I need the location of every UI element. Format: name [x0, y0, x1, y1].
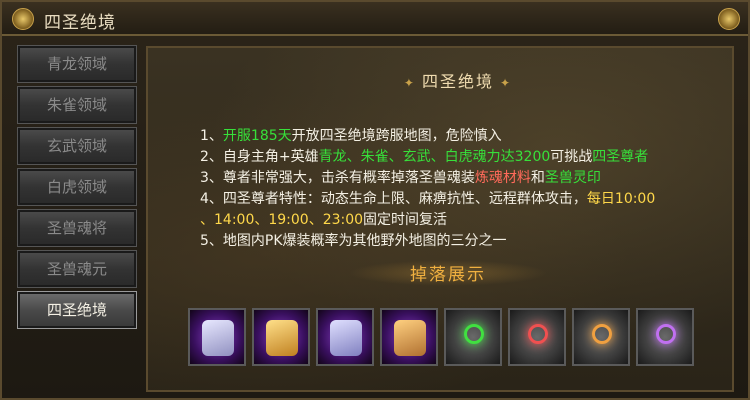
rule-highlight: 四圣尊者	[592, 149, 649, 165]
rule-text: 1、	[200, 128, 223, 144]
drop-slot[interactable]	[252, 308, 310, 366]
drop-slot[interactable]	[380, 308, 438, 366]
beast-armor-icon	[266, 320, 298, 356]
sidebar-item-beast-soul[interactable]: 圣兽魂元	[17, 250, 137, 288]
rule-5: 5、地图内PK爆装概率为其他野外地图的三分之一	[200, 231, 700, 252]
drop-slot[interactable]	[316, 308, 374, 366]
title-bar: 四圣绝境	[2, 2, 748, 36]
seal-ring-icon	[656, 324, 676, 344]
rule-text: 4、四圣尊者特性：动态生命上限、麻痹抗性、远程群体攻击，	[200, 191, 587, 207]
rule-highlight: 、14:00、19:00、23:00	[200, 212, 364, 228]
sidebar-item-baihu[interactable]: 白虎领域	[17, 168, 137, 206]
rule-text: 和	[530, 170, 545, 186]
rule-4: 4、四圣尊者特性：动态生命上限、麻痹抗性、远程群体攻击，每日10:00 、14:0…	[200, 189, 700, 231]
sidebar-item-qinglong[interactable]: 青龙领域	[17, 45, 137, 83]
rule-text: 5、地图内PK爆装概率为其他野外地图的三分之一	[200, 233, 507, 249]
rule-1: 1、开服185天开放四圣绝境跨服地图，危险慎入	[200, 126, 700, 147]
corner-emblem-icon	[718, 8, 740, 30]
game-window: 四圣绝境 青龙领域 朱雀领域 玄武领域 白虎领域 圣兽魂将 圣兽魂元 四圣绝境 …	[0, 0, 750, 400]
sidebar-item-zhuque[interactable]: 朱雀领域	[17, 86, 137, 124]
seal-ring-icon	[592, 324, 612, 344]
rule-text: 可挑战	[550, 149, 593, 165]
drop-slot[interactable]	[572, 308, 630, 366]
rule-highlight: 每日10:00	[586, 191, 656, 207]
content-panel: 四圣绝境 1、开服185天开放四圣绝境跨服地图，危险慎入 2、自身主角+英雄青龙…	[146, 46, 734, 392]
sidebar-item-xuanwu[interactable]: 玄武领域	[17, 127, 137, 165]
rule-text: 3、尊者非常强大，击杀有概率掉落圣兽魂装	[200, 170, 475, 186]
rule-highlight: 炼魂材料	[474, 170, 531, 186]
rule-2: 2、自身主角+英雄青龙、朱雀、玄武、白虎魂力达3200可挑战四圣尊者	[200, 147, 700, 168]
content-title: 四圣绝境	[378, 68, 538, 92]
sidebar: 青龙领域 朱雀领域 玄武领域 白虎领域 圣兽魂将 圣兽魂元 四圣绝境	[17, 45, 137, 333]
drop-slot[interactable]	[508, 308, 566, 366]
rule-highlight: 开服185天	[222, 128, 292, 144]
drop-slot[interactable]	[188, 308, 246, 366]
sidebar-item-four-saints[interactable]: 四圣绝境	[17, 291, 137, 329]
sidebar-item-beast-general[interactable]: 圣兽魂将	[17, 209, 137, 247]
seal-ring-icon	[528, 324, 548, 344]
rule-highlight: 圣兽灵印	[544, 170, 601, 186]
rule-text: 2、自身主角+英雄	[200, 149, 319, 165]
seal-ring-icon	[464, 324, 484, 344]
rule-highlight: 青龙、朱雀、玄武、白虎魂力达3200	[318, 149, 551, 165]
rule-text: 固定时间复活	[363, 212, 448, 228]
drop-slot[interactable]	[444, 308, 502, 366]
beast-armor-icon	[394, 320, 426, 356]
window-title: 四圣绝境	[44, 13, 116, 33]
drops-title: 掉落展示	[348, 260, 548, 286]
drops-list	[188, 308, 708, 372]
beast-armor-icon	[202, 320, 234, 356]
title-emblem-icon	[12, 8, 34, 30]
rule-text: 开放四圣绝境跨服地图，危险慎入	[291, 128, 502, 144]
rule-3: 3、尊者非常强大，击杀有概率掉落圣兽魂装炼魂材料和圣兽灵印	[200, 168, 700, 189]
beast-armor-icon	[330, 320, 362, 356]
rules-list: 1、开服185天开放四圣绝境跨服地图，危险慎入 2、自身主角+英雄青龙、朱雀、玄…	[200, 126, 700, 252]
drop-slot[interactable]	[636, 308, 694, 366]
